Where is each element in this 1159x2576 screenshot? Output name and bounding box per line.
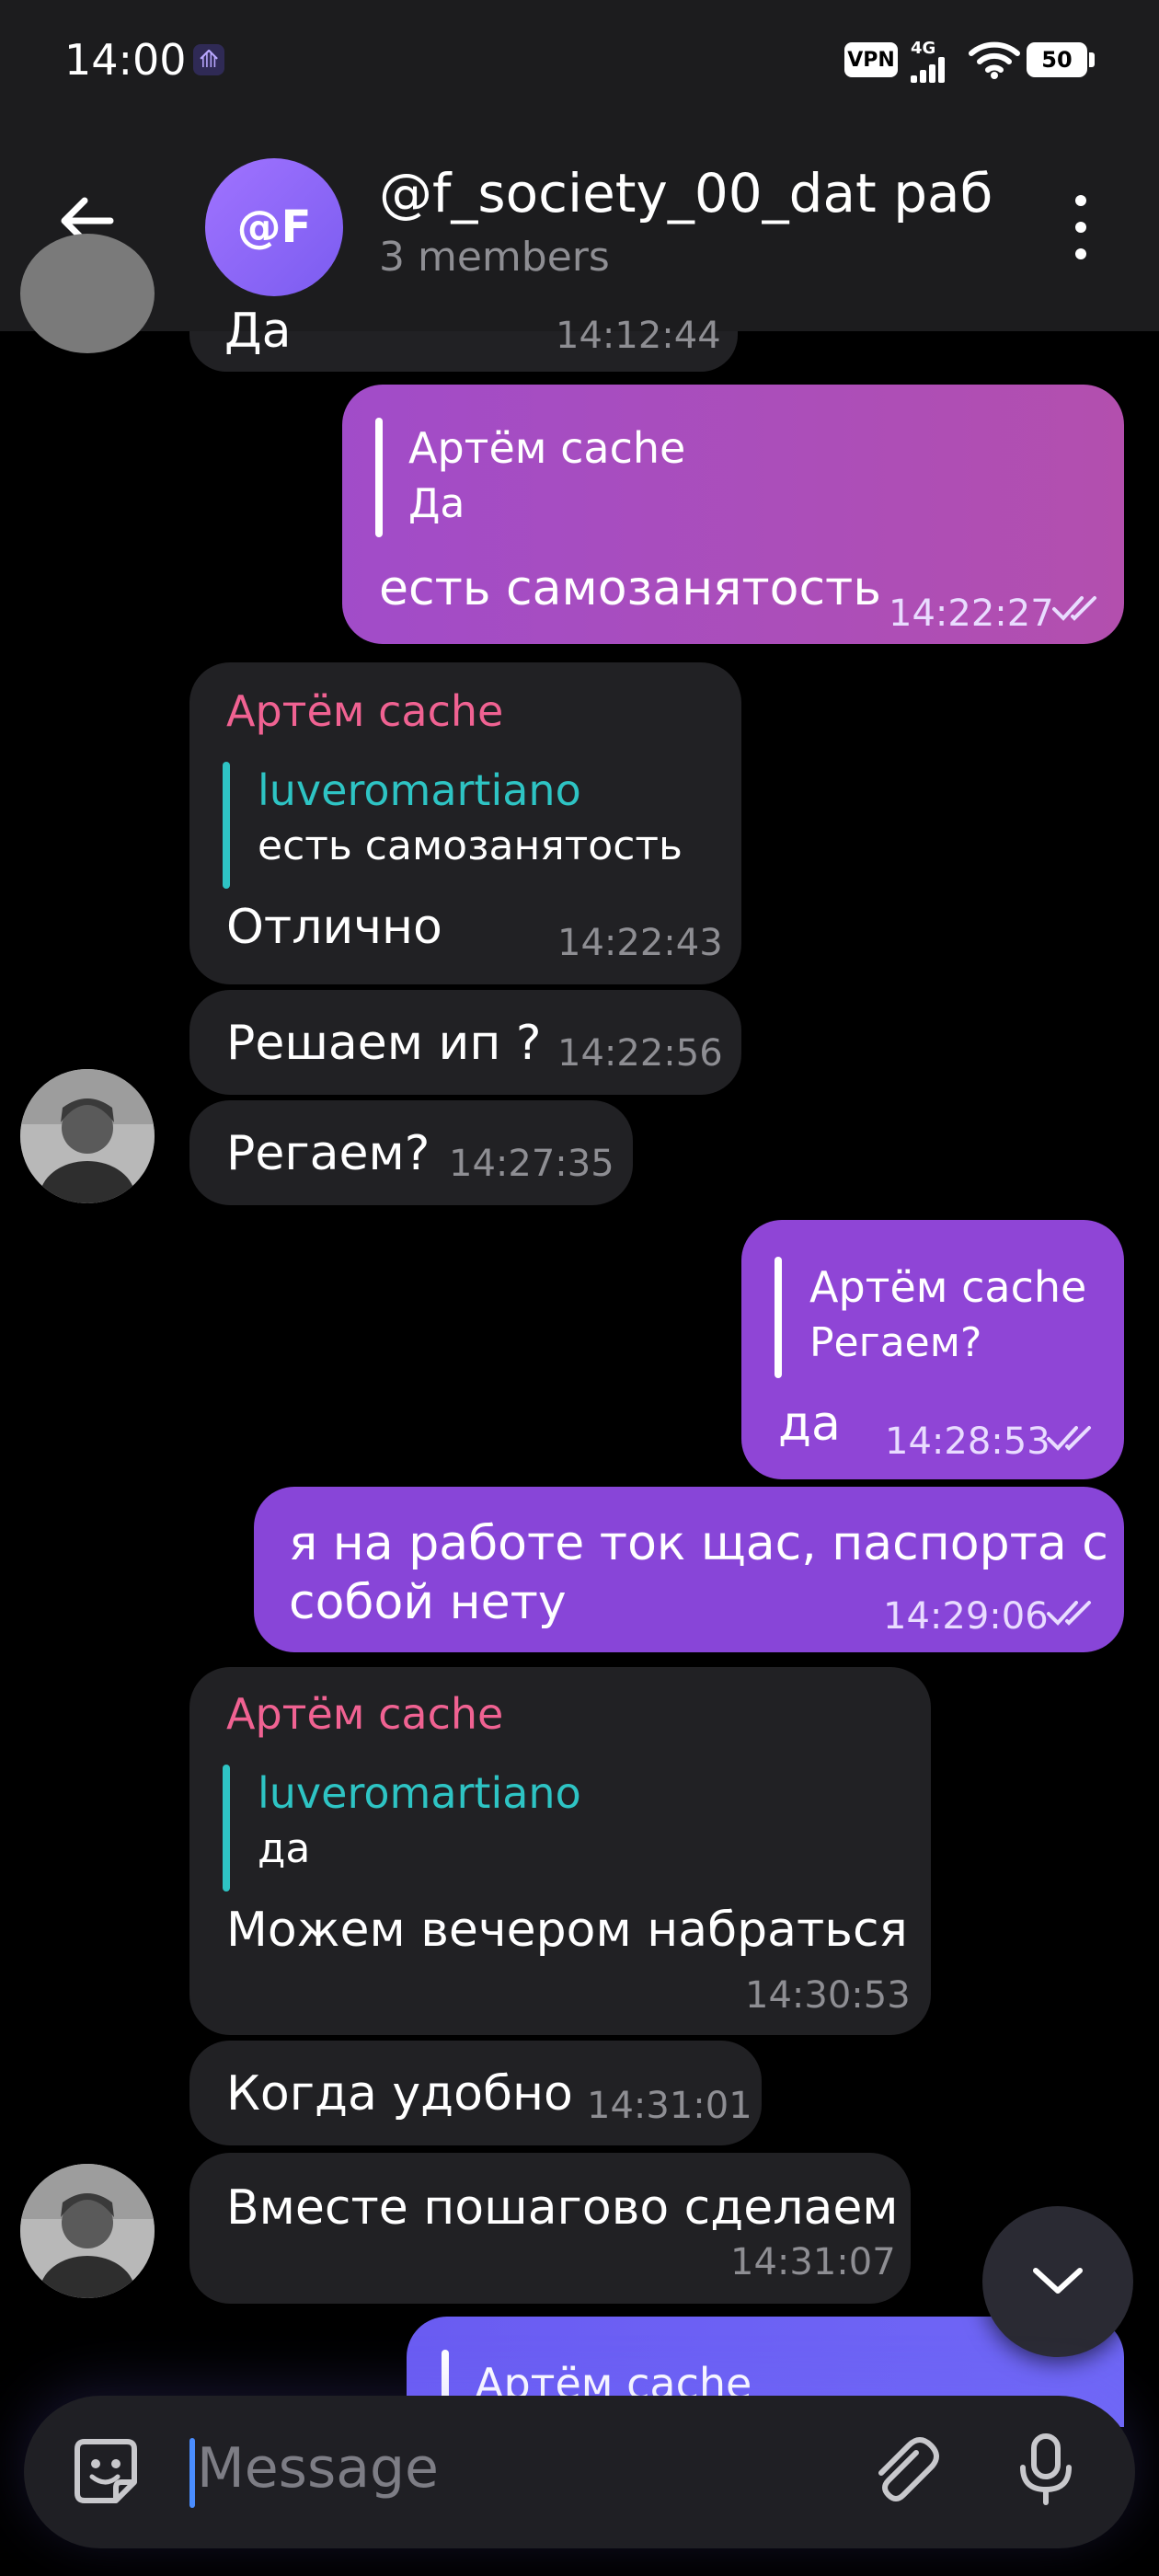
- message-bubble[interactable]: Артём cache luveromartiano есть самозаня…: [189, 662, 741, 984]
- more-options-icon[interactable]: [1067, 195, 1095, 259]
- vpn-badge: VPN: [844, 42, 898, 77]
- network-type: 4G: [911, 39, 936, 58]
- scroll-to-bottom-button[interactable]: [982, 2206, 1133, 2357]
- chat-header: [0, 129, 1159, 331]
- message-time: 14:22:27: [889, 592, 1054, 635]
- message-text: Можем вечером набраться: [226, 1903, 908, 1958]
- message-text: Регаем?: [226, 1126, 430, 1181]
- message-bubble[interactable]: я на работе ток щас, паспорта с собой не…: [254, 1487, 1124, 1652]
- reply-quote-bar: [375, 418, 383, 537]
- chat-title[interactable]: @f_society_00_dat раб: [379, 162, 1004, 224]
- read-ticks-icon: [1047, 1426, 1091, 1451]
- user-photo: [20, 2164, 155, 2298]
- notification-app-icon: ⟰: [193, 44, 224, 75]
- avatar[interactable]: [20, 2164, 155, 2298]
- message-text: Решаем ип ?: [226, 1016, 542, 1071]
- message-text: есть самозанятость: [379, 561, 881, 616]
- message-bubble[interactable]: Решаем ип ? 14:22:56: [189, 990, 741, 1095]
- message-bubble[interactable]: Когда удобно 14:31:01: [189, 2041, 762, 2145]
- message-bubble[interactable]: Артём cache luveromartiano да Можем вече…: [189, 1667, 931, 2035]
- message-time: 14:22:56: [557, 1032, 723, 1075]
- message-time: 14:29:06: [883, 1595, 1049, 1638]
- sender-name: Артём cache: [226, 686, 504, 736]
- reply-quote-bar: [775, 1257, 782, 1378]
- status-time: 14:00: [64, 35, 187, 85]
- avatar[interactable]: [20, 1069, 155, 1203]
- message-time: 14:31:07: [730, 2241, 896, 2283]
- message-time: 14:28:53: [885, 1420, 1050, 1463]
- read-ticks-icon: [1047, 1601, 1091, 1626]
- reply-quote-bar: [223, 1765, 230, 1892]
- microphone-icon[interactable]: [1004, 2427, 1087, 2510]
- user-photo: [20, 1069, 155, 1203]
- message-input[interactable]: Message: [197, 2436, 439, 2501]
- reply-quote-bar: [223, 762, 230, 889]
- reply-sender: luveromartiano: [258, 765, 581, 815]
- sender-name: Артём cache: [226, 1689, 504, 1739]
- reply-text: есть самозанятость: [258, 822, 683, 869]
- message-text-line: я на работе ток щас, паспорта с: [289, 1516, 1108, 1571]
- message-bubble[interactable]: Вместе пошагово сделаем 14:31:07: [189, 2153, 911, 2304]
- member-count[interactable]: 3 members: [379, 234, 610, 281]
- chevron-down-icon: [1033, 2268, 1083, 2294]
- message-bubble[interactable]: Артём cache Да есть самозанятость 14:22:…: [342, 385, 1124, 644]
- group-avatar[interactable]: @F: [205, 158, 343, 296]
- sticker-icon[interactable]: [64, 2431, 147, 2513]
- message-bubble[interactable]: Да 14:12:44: [189, 304, 738, 372]
- reply-sender: Артём cache: [408, 423, 686, 473]
- signal-icon: [911, 57, 953, 83]
- wifi-icon: [969, 41, 1020, 79]
- message-text: Когда удобно: [226, 2066, 573, 2122]
- message-time: 14:22:43: [557, 922, 723, 964]
- message-text: Да: [224, 304, 292, 359]
- message-text: Отлично: [226, 900, 442, 955]
- message-bubble[interactable]: Артём cache Регаем? да 14:28:53: [741, 1220, 1124, 1479]
- read-ticks-icon: [1052, 596, 1096, 621]
- avatar[interactable]: [20, 234, 155, 353]
- message-bubble[interactable]: Регаем? 14:27:35: [189, 1100, 633, 1205]
- reply-text: Да: [408, 480, 465, 527]
- message-time: 14:12:44: [556, 315, 721, 357]
- battery-tip: [1089, 52, 1095, 67]
- message-text: да: [778, 1397, 841, 1452]
- reply-sender: luveromartiano: [258, 1768, 581, 1818]
- reply-sender: Артём cache: [809, 1262, 1087, 1312]
- attachment-icon[interactable]: [863, 2431, 946, 2513]
- reply-text: Регаем?: [809, 1319, 982, 1366]
- message-time: 14:30:53: [745, 1974, 911, 2017]
- message-text-line: собой нету: [289, 1575, 567, 1630]
- message-text: Вместе пошагово сделаем: [226, 2180, 899, 2236]
- message-time: 14:27:35: [449, 1143, 614, 1185]
- battery-indicator: 50: [1027, 42, 1087, 77]
- reply-text: да: [258, 1825, 311, 1872]
- message-time: 14:31:01: [587, 2085, 752, 2127]
- text-caret: [189, 2438, 195, 2508]
